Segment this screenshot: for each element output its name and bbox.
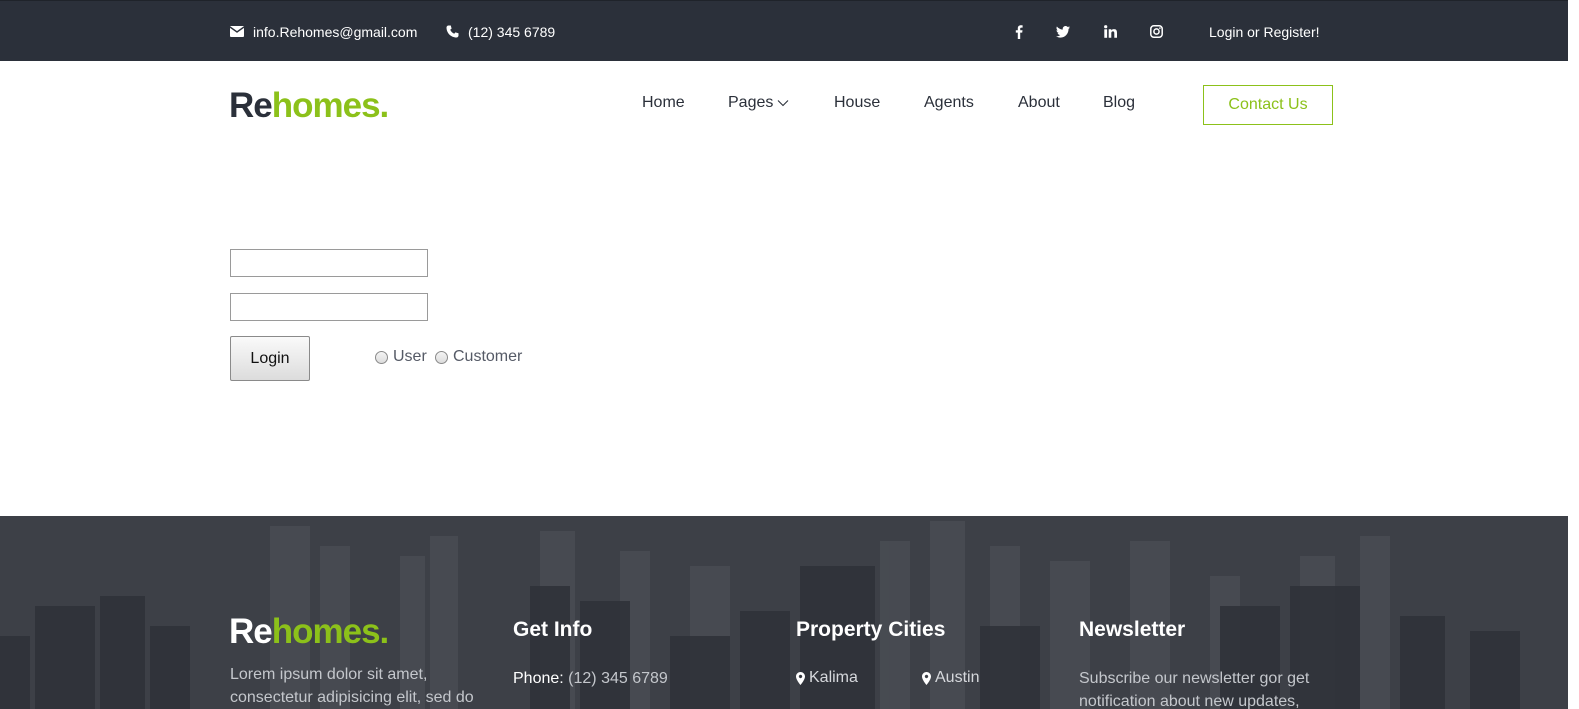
footer-logo-homes: homes. bbox=[271, 612, 390, 651]
footer: Rehomes. Lorem ipsum dolor sit amet, con… bbox=[0, 516, 1568, 709]
logo-re: Re bbox=[229, 86, 273, 125]
site-logo[interactable]: Rehomes. bbox=[229, 86, 390, 126]
phone-icon bbox=[446, 25, 459, 38]
city-link-kalima[interactable]: Kalima bbox=[796, 669, 858, 687]
username-input[interactable] bbox=[230, 249, 428, 277]
login-register-link[interactable]: Login or Register! bbox=[1209, 1, 1320, 62]
logo-homes: homes. bbox=[271, 86, 390, 125]
footer-phone-label: Phone: bbox=[513, 670, 564, 687]
city-label: Kalima bbox=[809, 669, 858, 686]
linkedin-icon[interactable] bbox=[1100, 1, 1120, 62]
newsletter-text-line-1: Subscribe our newsletter gor get bbox=[1079, 670, 1310, 687]
role-customer-option[interactable]: Customer bbox=[435, 348, 522, 366]
email-text: info.Rehomes@gmail.com bbox=[253, 23, 418, 40]
twitter-icon[interactable] bbox=[1053, 1, 1073, 62]
property-cities-heading: Property Cities bbox=[796, 618, 946, 641]
chevron-down-icon bbox=[777, 94, 789, 112]
city-link-austin[interactable]: Austin bbox=[922, 669, 979, 687]
footer-about-line-1: Lorem ipsum dolor sit amet, bbox=[230, 666, 428, 683]
user-radio-label: User bbox=[393, 348, 427, 365]
nav-pages-label: Pages bbox=[728, 94, 774, 112]
newsletter-text-line-2: notification about new updates, bbox=[1079, 693, 1300, 709]
footer-logo[interactable]: Rehomes. bbox=[229, 612, 390, 652]
city-label: Austin bbox=[935, 669, 980, 686]
footer-phone: Phone: (12) 345 6789 bbox=[513, 667, 668, 690]
map-marker-icon bbox=[796, 671, 805, 685]
facebook-icon[interactable] bbox=[1009, 1, 1029, 62]
nav-pages[interactable]: Pages bbox=[728, 94, 789, 112]
phone-text: (12) 345 6789 bbox=[468, 23, 556, 40]
instagram-icon[interactable] bbox=[1146, 1, 1166, 62]
envelope-icon bbox=[230, 26, 244, 37]
newsletter-heading: Newsletter bbox=[1079, 618, 1186, 641]
password-input[interactable] bbox=[230, 293, 428, 321]
nav-agents[interactable]: Agents bbox=[924, 94, 974, 112]
user-radio[interactable] bbox=[375, 350, 388, 364]
nav-blog[interactable]: Blog bbox=[1103, 94, 1135, 112]
footer-logo-re: Re bbox=[229, 612, 273, 651]
role-user-option[interactable]: User bbox=[375, 348, 427, 366]
contact-phone[interactable]: (12) 345 6789 bbox=[446, 1, 555, 62]
nav-house[interactable]: House bbox=[834, 94, 880, 112]
get-info-heading: Get Info bbox=[513, 618, 593, 641]
contact-us-button[interactable]: Contact Us bbox=[1203, 85, 1333, 125]
map-marker-icon bbox=[922, 671, 931, 685]
footer-about-line-2: consectetur adipisicing elit, sed do bbox=[230, 689, 474, 706]
login-button[interactable]: Login bbox=[230, 336, 310, 381]
customer-radio-label: Customer bbox=[453, 348, 523, 365]
contact-email[interactable]: info.Rehomes@gmail.com bbox=[230, 1, 417, 62]
nav-about[interactable]: About bbox=[1018, 94, 1060, 112]
top-bar: info.Rehomes@gmail.com (12) 345 6789 Log… bbox=[0, 0, 1568, 61]
customer-radio[interactable] bbox=[435, 350, 448, 364]
footer-phone-value: (12) 345 6789 bbox=[568, 670, 668, 687]
nav-home[interactable]: Home bbox=[642, 94, 685, 112]
